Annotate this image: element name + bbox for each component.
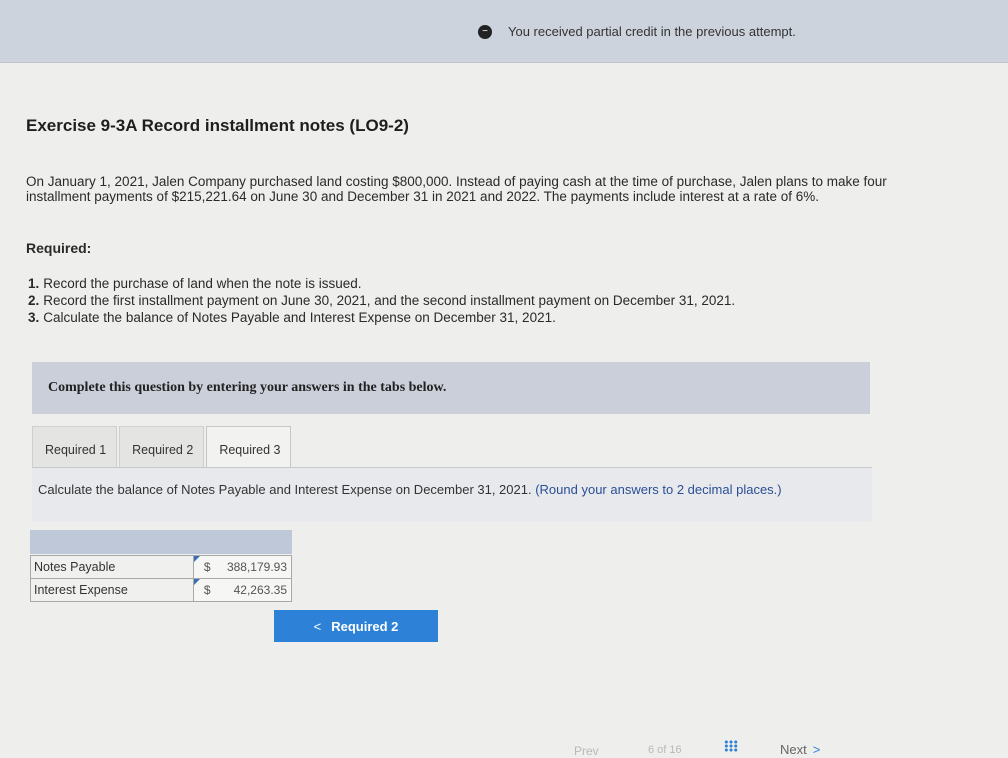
banner-text: You received partial credit in the previ… (508, 24, 796, 39)
exercise-title: Exercise 9-3A Record installment notes (… (26, 116, 409, 135)
rounding-note: (Round your answers to 2 decimal places.… (535, 482, 782, 497)
answer-flag-icon (193, 579, 200, 585)
table-row: Interest Expense $ 42,263.35 (30, 578, 293, 602)
requirement-item: 1. Record the purchase of land when the n… (28, 276, 362, 291)
exercise-description: On January 1, 2021, Jalen Company purcha… (26, 174, 887, 204)
chevron-left-icon: < (313, 618, 322, 634)
tab-panel: Calculate the balance of Notes Payable a… (32, 468, 872, 522)
pagination-footer: Prev 6 of 16 Next > (0, 736, 1008, 758)
answer-flag-icon (193, 556, 200, 562)
row-label-interest-expense: Interest Expense (30, 578, 194, 602)
requirement-tabs: Required 1 Required 2 Required 3 (32, 426, 293, 470)
tab-required-2[interactable]: Required 2 (119, 426, 205, 470)
next-link[interactable]: Next > (780, 742, 820, 757)
interest-expense-input[interactable]: $ 42,263.35 (192, 578, 293, 602)
table-row: Notes Payable $ 388,179.93 (30, 555, 293, 579)
tab-required-1[interactable]: Required 1 (32, 426, 118, 470)
feedback-banner: − You received partial credit in the pre… (0, 0, 1008, 63)
panel-instruction: Calculate the balance of Notes Payable a… (38, 482, 782, 497)
notes-payable-input[interactable]: $ 388,179.93 (192, 555, 293, 579)
chevron-right-icon: > (812, 742, 821, 757)
row-label-notes-payable: Notes Payable (30, 555, 194, 579)
tab-required-3[interactable]: Required 3 (206, 426, 292, 470)
partial-credit-icon: − (478, 24, 492, 39)
requirements-list: 1. Record the purchase of land when the n… (28, 275, 735, 326)
partial-credit-message: − You received partial credit in the pre… (478, 24, 796, 39)
previous-required-button[interactable]: < Required 2 (274, 610, 438, 642)
instructions-text: Complete this question by entering your … (48, 380, 447, 395)
answer-table: Notes Payable $ 388,179.93 Interest Expe… (30, 555, 293, 602)
page-indicator: 6 of 16 (648, 744, 682, 756)
required-heading: Required: (26, 240, 92, 256)
grid-icon[interactable] (724, 740, 738, 752)
requirement-item: 3. Calculate the balance of Notes Payable… (28, 310, 556, 325)
requirement-item: 2. Record the first installment payment o… (28, 293, 736, 308)
answer-table-header (30, 530, 292, 554)
instructions-box: Complete this question by entering your … (32, 362, 870, 414)
